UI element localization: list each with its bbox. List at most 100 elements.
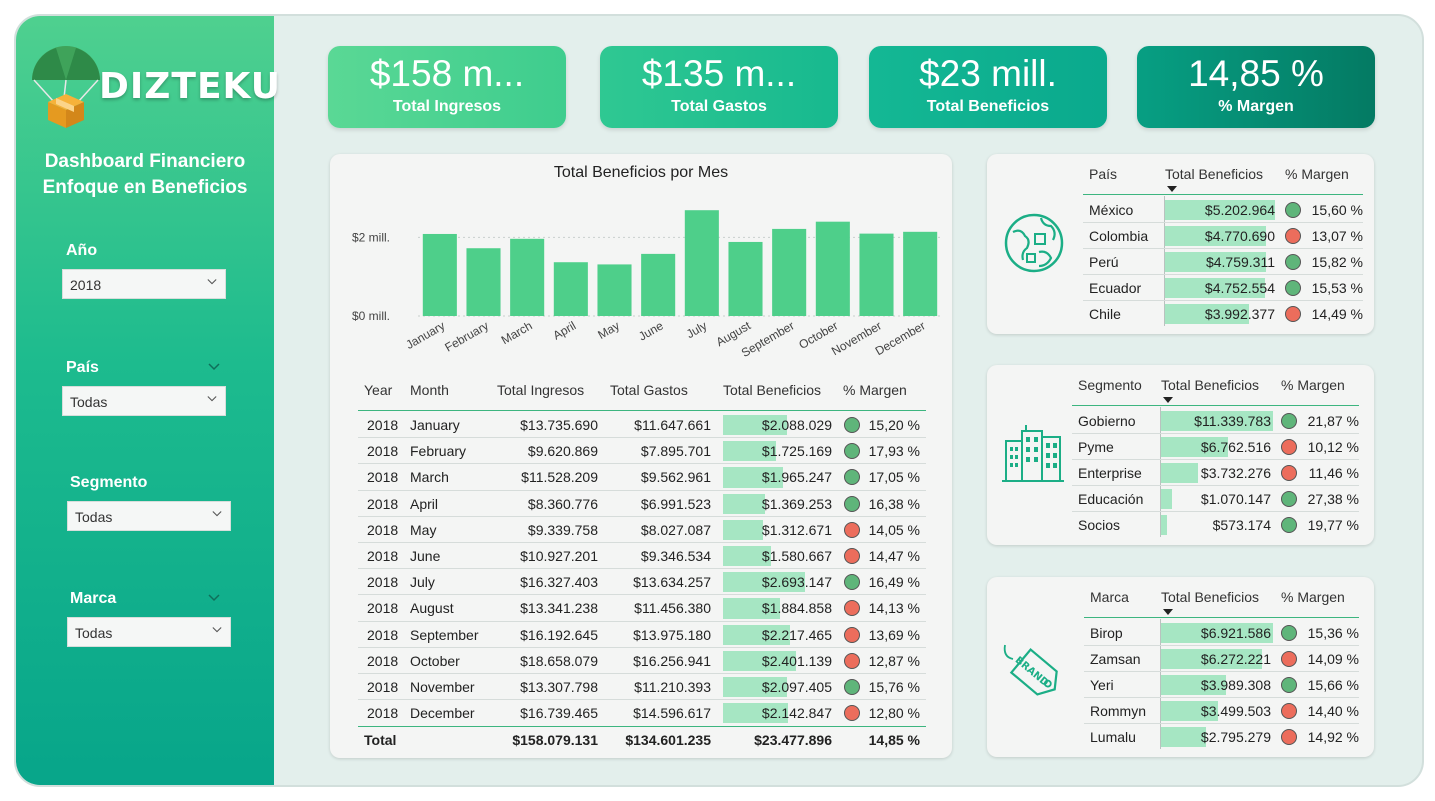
cell-name: Socios <box>1078 517 1121 533</box>
status-dot <box>1281 729 1297 745</box>
country-collapse-icon[interactable] <box>208 363 220 371</box>
cell-month: October <box>410 652 460 669</box>
table-row[interactable]: 2018 April $8.360.776 $6.991.523 $1.369.253 1… <box>330 491 952 517</box>
year-select-value: 2018 <box>70 277 102 293</box>
table-row[interactable]: Pyme $6.762.516 10,12 % <box>987 434 1374 460</box>
cell-gastos: $11.210.393 <box>634 679 711 695</box>
status-dot <box>1281 413 1297 429</box>
table-row[interactable]: Perú $4.759.311 15,82 % <box>987 249 1374 275</box>
cell-year: 2018 <box>367 652 399 669</box>
header-divider <box>1072 405 1359 406</box>
table-row[interactable]: Chile $3.992.377 14,49 % <box>987 301 1374 327</box>
table-row[interactable]: 2018 September $16.192.645 $13.975.180 $2.21… <box>330 622 952 648</box>
cell-beneficios: $2.401.139 <box>761 652 832 669</box>
total-gastos: $134.601.235 <box>625 732 711 748</box>
cell-margen: 14,09 % <box>1307 651 1359 667</box>
table-row[interactable]: Gobierno $11.339.783 21,87 % <box>987 408 1374 434</box>
col-header-margen[interactable]: % Margen <box>843 382 907 398</box>
table-row[interactable]: 2018 August $13.341.238 $11.456.380 $1.884.8… <box>330 595 952 622</box>
cell-margen: 14,92 % <box>1307 729 1359 745</box>
total-ingresos: $158.079.131 <box>512 732 598 748</box>
total-label: Total <box>364 732 397 748</box>
status-dot <box>1281 439 1297 455</box>
cell-beneficios: $2.097.405 <box>761 679 832 695</box>
segment-select[interactable]: Todas <box>67 501 231 531</box>
cell-margen: 27,38 % <box>1307 491 1359 507</box>
table-row[interactable]: 2018 February $9.620.869 $7.895.701 $1.725.1… <box>330 438 952 465</box>
cell-margen: 19,77 % <box>1307 517 1359 533</box>
table-row[interactable]: Educación $1.070.147 27,38 % <box>987 486 1374 512</box>
table-row[interactable]: 2018 January $13.735.690 $11.647.661 $2.088.… <box>330 412 952 439</box>
table-row[interactable]: 2018 October $18.658.079 $16.256.941 $2.401.… <box>330 648 952 674</box>
cell-value: $1.070.147 <box>1200 491 1271 507</box>
cell-gastos: $6.991.523 <box>640 495 711 512</box>
month-table: Year Month Total Ingresos Total Gastos T… <box>330 154 952 758</box>
cell-value: $573.174 <box>1212 517 1271 533</box>
table-row[interactable]: Rommyn $3.499.503 14,40 % <box>987 698 1374 724</box>
col-header-year[interactable]: Year <box>364 382 392 398</box>
col-header-1[interactable]: Total Beneficios <box>1161 589 1259 605</box>
cell-month: November <box>410 679 475 695</box>
brand-select[interactable]: Todas <box>67 617 231 647</box>
brand-name: DIZTEKU <box>99 66 282 107</box>
cell-margen: 17,93 % <box>868 443 920 460</box>
cell-ingresos: $8.360.776 <box>527 495 598 512</box>
kpi-value: $23 mill. <box>919 53 1057 94</box>
col-header-2[interactable]: % Margen <box>1285 166 1349 182</box>
table-row[interactable]: Socios $573.174 19,77 % <box>987 512 1374 538</box>
cell-gastos: $11.647.661 <box>634 417 711 433</box>
table-row[interactable]: 2018 December $16.739.465 $14.596.617 $2.142… <box>330 700 952 726</box>
country-select[interactable]: Todas <box>62 386 226 416</box>
status-dot <box>1281 517 1297 533</box>
table-row[interactable]: Colombia $4.770.690 13,07 % <box>987 223 1374 249</box>
dashboard-title-line2: Enfoque en Beneficios <box>42 177 248 198</box>
col-header-0[interactable]: Segmento <box>1078 377 1142 393</box>
col-header-0[interactable]: País <box>1089 166 1117 182</box>
col-header-1[interactable]: Total Beneficios <box>1161 377 1259 393</box>
kpi-value: $158 m... <box>369 53 525 94</box>
cell-gastos: $13.975.180 <box>633 626 711 643</box>
col-header-2[interactable]: % Margen <box>1281 589 1345 605</box>
sort-desc-icon[interactable] <box>1167 186 1177 192</box>
col-header-month[interactable]: Month <box>410 382 449 398</box>
table-row[interactable]: Ecuador $4.752.554 15,53 % <box>987 275 1374 301</box>
brand-table: Marca Total Beneficios % Margen Birop $6.921… <box>987 577 1374 757</box>
col-header-gastos[interactable]: Total Gastos <box>610 382 688 398</box>
table-row[interactable]: Lumalu $2.795.279 14,92 % <box>987 724 1374 750</box>
cell-year: 2018 <box>367 600 399 617</box>
col-header-ingresos[interactable]: Total Ingresos <box>497 382 584 398</box>
sort-desc-icon[interactable] <box>1163 609 1173 615</box>
logo: DIZTEKU <box>26 40 280 130</box>
kpi-label: Total Beneficios <box>926 98 1050 115</box>
cell-margen: 17,05 % <box>868 469 920 486</box>
cell-year: 2018 <box>367 705 399 722</box>
cell-ingresos: $9.339.758 <box>527 521 598 538</box>
status-dot <box>1281 703 1297 719</box>
kpi-margen: 14,85 % % Margen <box>1137 46 1375 128</box>
cell-name: Colombia <box>1089 228 1149 244</box>
table-row[interactable]: Zamsan $6.272.221 14,09 % <box>987 646 1374 672</box>
table-row[interactable]: 2018 May $9.339.758 $8.027.087 $1.312.671 14,… <box>330 517 952 543</box>
table-row[interactable]: Birop $6.921.586 15,36 % <box>987 620 1374 646</box>
table-row[interactable]: 2018 March $11.528.209 $9.562.961 $1.965.247… <box>330 464 952 491</box>
table-row[interactable]: 2018 July $16.327.403 $13.634.257 $2.693.147… <box>330 569 952 596</box>
col-header-0[interactable]: Marca <box>1090 589 1129 605</box>
table-row[interactable]: Enterprise $3.732.276 11,46 % <box>987 460 1374 486</box>
col-header-2[interactable]: % Margen <box>1281 377 1345 393</box>
total-margen: 14,85 % <box>868 732 920 748</box>
cell-name: Birop <box>1090 625 1123 641</box>
cell-beneficios: $2.088.029 <box>761 417 832 433</box>
brand-collapse-icon[interactable] <box>208 594 220 602</box>
table-row[interactable]: 2018 June $10.927.201 $9.346.534 $1.580.667 1… <box>330 543 952 570</box>
cell-name: Zamsan <box>1090 651 1141 667</box>
table-row[interactable]: México $5.202.964 15,60 % <box>987 197 1374 223</box>
sort-desc-icon[interactable] <box>1163 397 1173 403</box>
year-select[interactable]: 2018 <box>62 269 226 299</box>
table-row[interactable]: 2018 November $13.307.798 $11.210.393 $2.097… <box>330 674 952 701</box>
col-header-beneficios[interactable]: Total Beneficios <box>723 382 821 398</box>
col-header-1[interactable]: Total Beneficios <box>1165 166 1263 182</box>
cell-month: April <box>410 495 439 512</box>
filter-label-year: Año <box>66 242 98 259</box>
filter-label-brand: Marca <box>70 590 117 607</box>
table-row[interactable]: Yeri $3.989.308 15,66 % <box>987 672 1374 698</box>
